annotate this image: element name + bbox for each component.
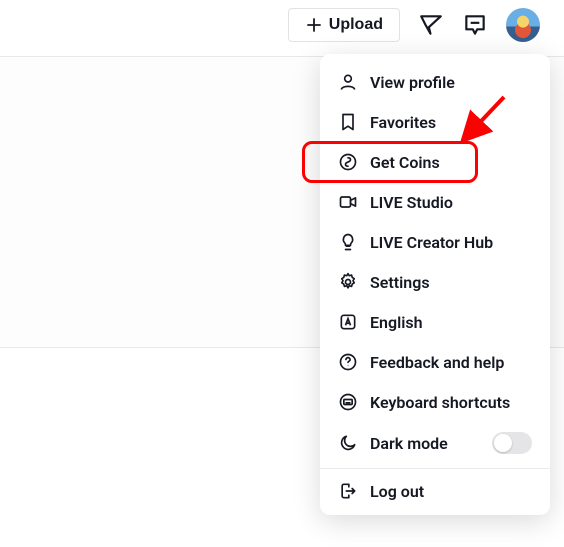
- gear-icon: [338, 272, 358, 292]
- menu-logout[interactable]: Log out: [320, 471, 550, 511]
- menu-language[interactable]: English: [320, 302, 550, 342]
- send-icon[interactable]: [418, 12, 444, 38]
- profile-dropdown: View profile Favorites Get Coins LIVE St…: [320, 54, 550, 515]
- avatar[interactable]: [506, 8, 540, 42]
- menu-label: Dark mode: [370, 434, 448, 453]
- menu-get-coins[interactable]: Get Coins: [320, 142, 550, 182]
- language-icon: [338, 312, 358, 332]
- dark-mode-toggle[interactable]: [492, 432, 532, 454]
- coin-icon: [338, 152, 358, 172]
- user-icon: [338, 72, 358, 92]
- upload-button[interactable]: Upload: [288, 8, 400, 42]
- menu-feedback[interactable]: Feedback and help: [320, 342, 550, 382]
- menu-label: Get Coins: [370, 153, 440, 172]
- bookmark-icon: [338, 112, 358, 132]
- moon-icon: [338, 433, 358, 453]
- menu-settings[interactable]: Settings: [320, 262, 550, 302]
- inbox-icon[interactable]: [462, 12, 488, 38]
- menu-label: Keyboard shortcuts: [370, 393, 510, 412]
- menu-label: Favorites: [370, 113, 436, 132]
- menu-label: Feedback and help: [370, 353, 504, 372]
- menu-label: LIVE Creator Hub: [370, 233, 493, 252]
- menu-live-creator-hub[interactable]: LIVE Creator Hub: [320, 222, 550, 262]
- bulb-icon: [338, 232, 358, 252]
- menu-keyboard-shortcuts[interactable]: Keyboard shortcuts: [320, 382, 550, 422]
- menu-label: Log out: [370, 482, 424, 501]
- video-icon: [338, 192, 358, 212]
- menu-dark-mode[interactable]: Dark mode: [320, 422, 550, 464]
- keyboard-icon: [338, 392, 358, 412]
- menu-label: English: [370, 313, 423, 332]
- menu-label: Settings: [370, 273, 430, 292]
- question-icon: [338, 352, 358, 372]
- menu-favorites[interactable]: Favorites: [320, 102, 550, 142]
- top-bar: Upload: [288, 8, 540, 42]
- upload-label: Upload: [329, 16, 383, 34]
- menu-label: View profile: [370, 73, 455, 92]
- menu-view-profile[interactable]: View profile: [320, 62, 550, 102]
- menu-label: LIVE Studio: [370, 193, 453, 212]
- menu-separator: [320, 468, 550, 469]
- menu-live-studio[interactable]: LIVE Studio: [320, 182, 550, 222]
- plus-icon: [305, 16, 323, 34]
- logout-icon: [338, 481, 358, 501]
